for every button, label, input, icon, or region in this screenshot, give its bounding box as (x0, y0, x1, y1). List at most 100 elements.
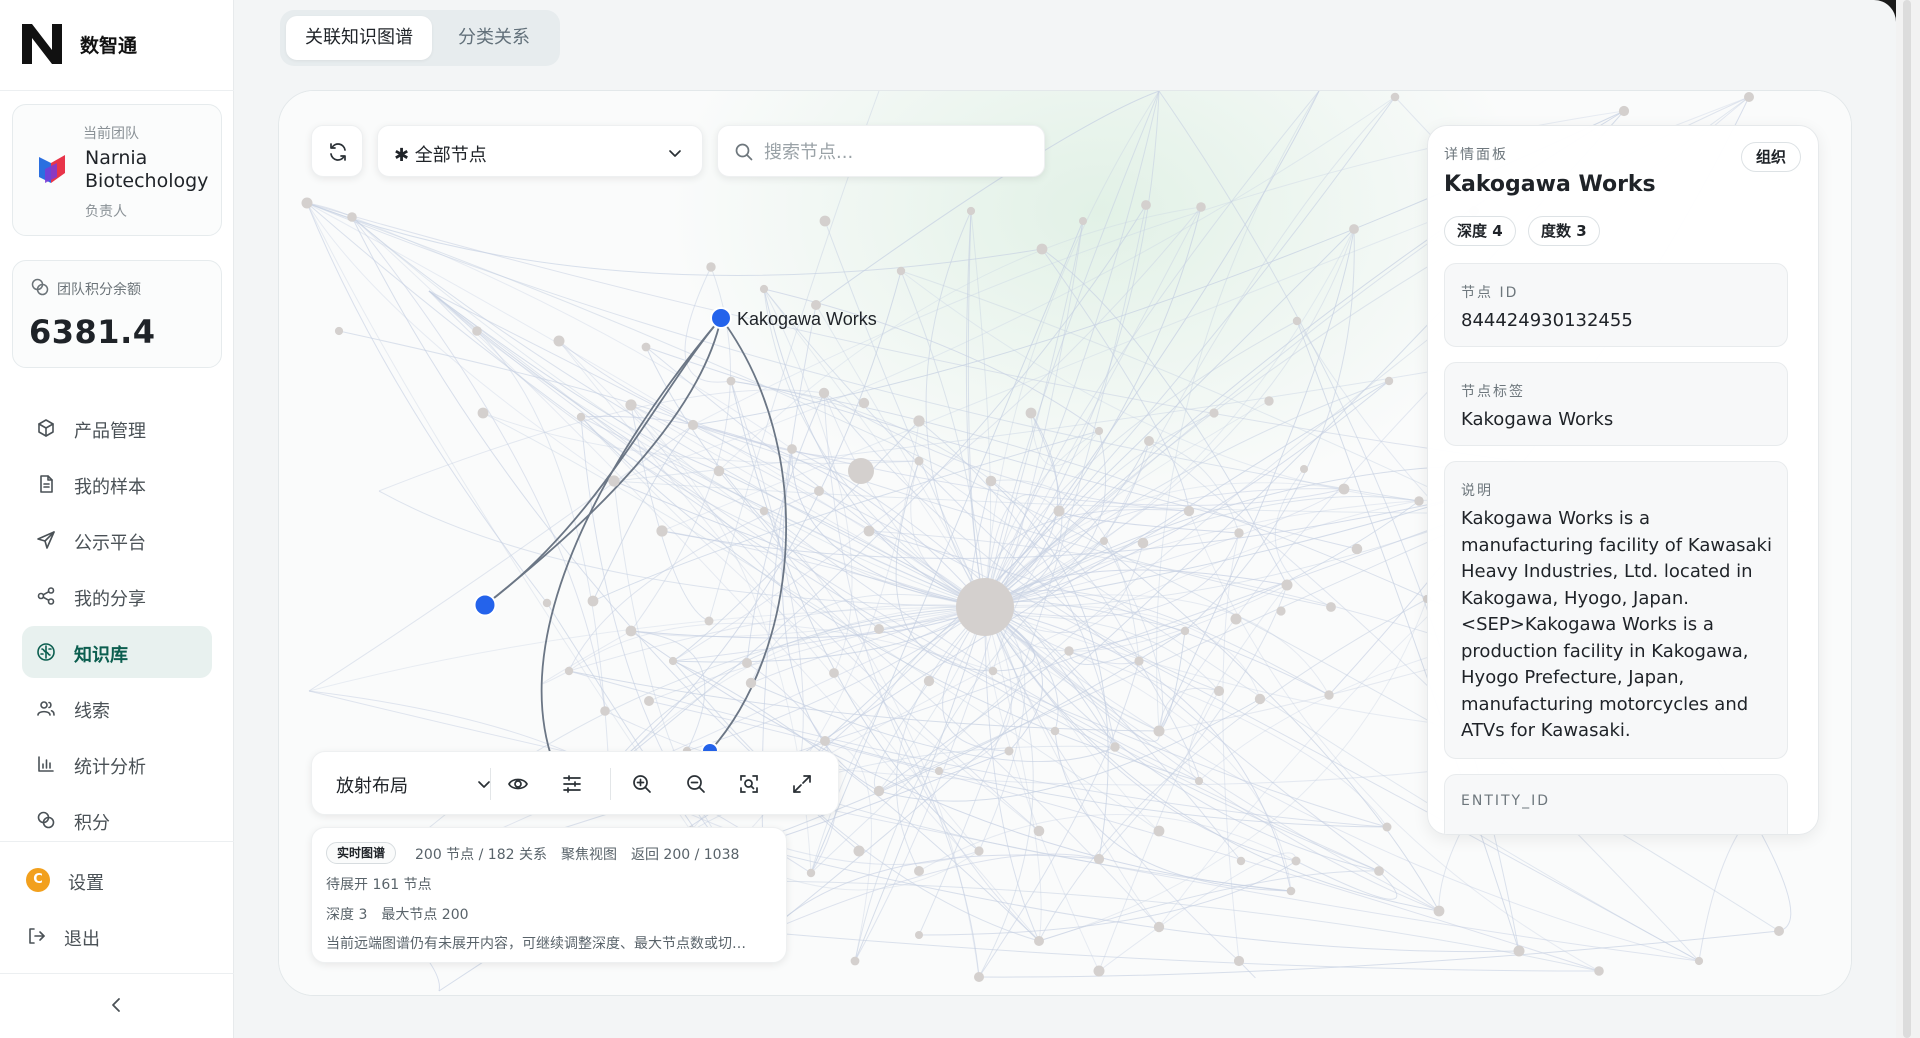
graph-node[interactable] (1594, 966, 1604, 976)
graph-node[interactable] (587, 595, 599, 607)
tab-category-relations[interactable]: 分类关系 (432, 16, 556, 60)
sidebar-item-coins[interactable]: 积分 (22, 794, 212, 846)
graph-node[interactable] (1233, 955, 1245, 967)
graph-node[interactable] (1183, 505, 1195, 517)
toggle-visibility-button[interactable] (504, 770, 532, 798)
graph-node[interactable] (625, 399, 637, 411)
sidebar-item-send[interactable]: 公示平台 (22, 514, 212, 566)
graph-node[interactable] (923, 675, 935, 687)
graph-node[interactable] (896, 266, 906, 276)
graph-node[interactable] (1291, 856, 1301, 866)
graph-node[interactable] (1300, 465, 1308, 473)
graph-node[interactable] (974, 972, 984, 982)
graph-node[interactable] (1744, 92, 1754, 102)
graph-node[interactable] (687, 419, 699, 431)
graph-node[interactable] (1036, 243, 1048, 255)
graph-node[interactable] (1033, 825, 1045, 837)
graph-node[interactable] (1194, 776, 1204, 786)
graph-node[interactable] (1093, 853, 1105, 865)
graph-node[interactable] (600, 706, 610, 716)
graph-node[interactable] (759, 506, 769, 516)
zoom-in-button[interactable] (628, 770, 656, 798)
graph-node[interactable] (787, 444, 797, 454)
graph-node[interactable] (1292, 316, 1302, 326)
graph-node[interactable] (477, 407, 489, 419)
graph-node[interactable] (576, 412, 586, 422)
graph-node[interactable] (301, 197, 313, 209)
graph-node[interactable] (668, 656, 678, 666)
graph-node[interactable] (542, 598, 552, 608)
graph-node[interactable] (1025, 407, 1037, 419)
graph-node[interactable] (1137, 537, 1149, 549)
graph-node[interactable] (1433, 905, 1445, 917)
graph-node[interactable] (1618, 105, 1630, 117)
node-search-input[interactable] (764, 138, 1034, 166)
graph-node[interactable] (853, 845, 865, 857)
page-scrollbar[interactable] (1896, 0, 1920, 1038)
graph-node[interactable] (985, 475, 997, 487)
collapse-sidebar-icon[interactable] (106, 994, 128, 1016)
refresh-button[interactable] (311, 125, 363, 177)
graph-node[interactable] (1351, 543, 1363, 555)
graph-node[interactable] (1134, 656, 1144, 666)
graph-node[interactable] (472, 326, 482, 336)
graph-node[interactable] (334, 326, 344, 336)
focus-neighbor-node[interactable] (473, 593, 497, 617)
graph-node[interactable] (1382, 822, 1392, 832)
graph-node[interactable] (988, 666, 998, 676)
graph-node[interactable] (726, 376, 736, 386)
graph-node[interactable] (1064, 646, 1074, 656)
graph-node[interactable] (1153, 725, 1165, 737)
graph-node[interactable] (759, 284, 769, 294)
graph-node[interactable] (1384, 376, 1394, 386)
graph-node[interactable] (915, 931, 923, 939)
graph-node[interactable] (1093, 965, 1105, 977)
sidebar-item-bar-chart[interactable]: 统计分析 (22, 738, 212, 790)
graph-node[interactable] (1094, 426, 1104, 436)
graph-node[interactable] (863, 525, 875, 537)
graph-node[interactable] (1414, 496, 1424, 506)
sidebar-item-document[interactable]: 我的样本 (22, 458, 212, 510)
fit-view-button[interactable] (735, 770, 763, 798)
node-search-box[interactable] (717, 125, 1045, 177)
graph-node[interactable] (1209, 408, 1219, 418)
nav-settings[interactable]: C 设置 (12, 854, 202, 906)
graph-node[interactable] (818, 387, 830, 399)
graph-node[interactable] (1326, 602, 1336, 612)
graph-node[interactable] (1513, 945, 1525, 957)
graph-node[interactable] (1276, 606, 1286, 616)
graph-node[interactable] (874, 624, 884, 634)
graph-node[interactable] (1180, 626, 1190, 636)
brand[interactable]: 数智通 (20, 22, 137, 66)
graph-node[interactable] (1286, 886, 1296, 896)
graph-node[interactable] (625, 625, 637, 637)
fullscreen-button[interactable] (788, 770, 816, 798)
sidebar-item-cube[interactable]: 产品管理 (22, 402, 212, 454)
graph-node[interactable] (608, 475, 620, 487)
graph-node[interactable] (1196, 202, 1206, 212)
graph-node[interactable] (873, 785, 885, 797)
graph-node[interactable] (1324, 690, 1334, 700)
tab-knowledge-graph[interactable]: 关联知识图谱 (286, 16, 432, 60)
graph-node[interactable] (1281, 579, 1293, 591)
zoom-out-button[interactable] (682, 770, 710, 798)
graph-node[interactable] (1004, 746, 1014, 756)
graph-node[interactable] (553, 335, 565, 347)
graph-node[interactable] (742, 658, 752, 668)
graph-node[interactable] (819, 215, 831, 227)
graph-node[interactable] (1338, 483, 1350, 495)
graph-node[interactable] (1153, 825, 1165, 837)
graph-node[interactable] (914, 456, 924, 466)
graph-node[interactable] (829, 668, 839, 678)
graph-node[interactable] (1144, 436, 1154, 446)
graph-node[interactable] (1053, 505, 1065, 517)
graph-node[interactable] (806, 868, 816, 878)
graph-node[interactable] (1234, 528, 1244, 538)
graph-node[interactable] (820, 736, 830, 746)
graph-node[interactable] (706, 262, 716, 272)
graph-node[interactable] (1079, 217, 1087, 225)
graph-node[interactable] (1390, 92, 1400, 102)
graph-node[interactable] (814, 486, 824, 496)
graph-node[interactable] (966, 206, 976, 216)
graph-node[interactable] (641, 342, 651, 352)
